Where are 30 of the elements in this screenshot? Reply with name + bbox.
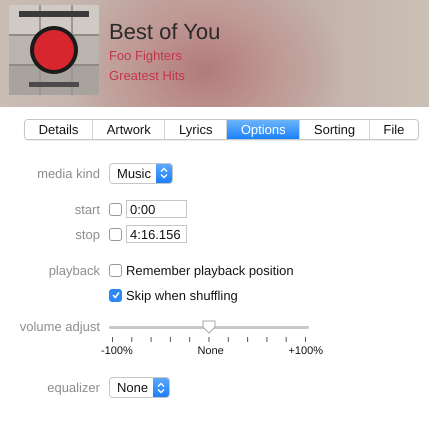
field-label: equalizer (46, 380, 100, 395)
song-title: Best of You (109, 18, 220, 46)
scale-label: None (197, 345, 224, 357)
field-label: stop (74, 226, 100, 242)
field-label: media kind (36, 166, 100, 180)
checkbox[interactable] (109, 228, 122, 240)
slider-thumb[interactable] (202, 320, 216, 334)
media-kind-popup[interactable]: Music (109, 162, 173, 184)
tab[interactable]: File (368, 120, 418, 139)
equalizer-popup[interactable]: None (109, 377, 170, 398)
stepper-icon (156, 164, 172, 182)
field-label: volume adjust (18, 319, 100, 334)
tab[interactable]: Artwork (92, 120, 164, 139)
artist-name: Foo Fighters (109, 47, 183, 65)
checkbox[interactable] (109, 288, 122, 302)
checkbox-label: Remember playback position (126, 262, 294, 278)
time-field[interactable]: 4:16.156 (126, 225, 187, 243)
stepper-icon (153, 378, 170, 397)
checkbox[interactable] (109, 264, 122, 276)
scale-label: -100% (101, 345, 133, 357)
scale-label: +100% (288, 345, 323, 357)
checkbox-label: Skip when shuffling (126, 288, 238, 302)
time-field[interactable]: 0:00 (126, 200, 187, 218)
field-label: start (74, 202, 100, 216)
field-label: playback (48, 262, 100, 278)
tab[interactable]: Sorting (299, 120, 369, 139)
tab[interactable]: Lyrics (164, 120, 226, 139)
album-name: Greatest Hits (109, 67, 186, 85)
tab[interactable]: Details (25, 120, 92, 139)
checkbox[interactable] (109, 202, 122, 216)
